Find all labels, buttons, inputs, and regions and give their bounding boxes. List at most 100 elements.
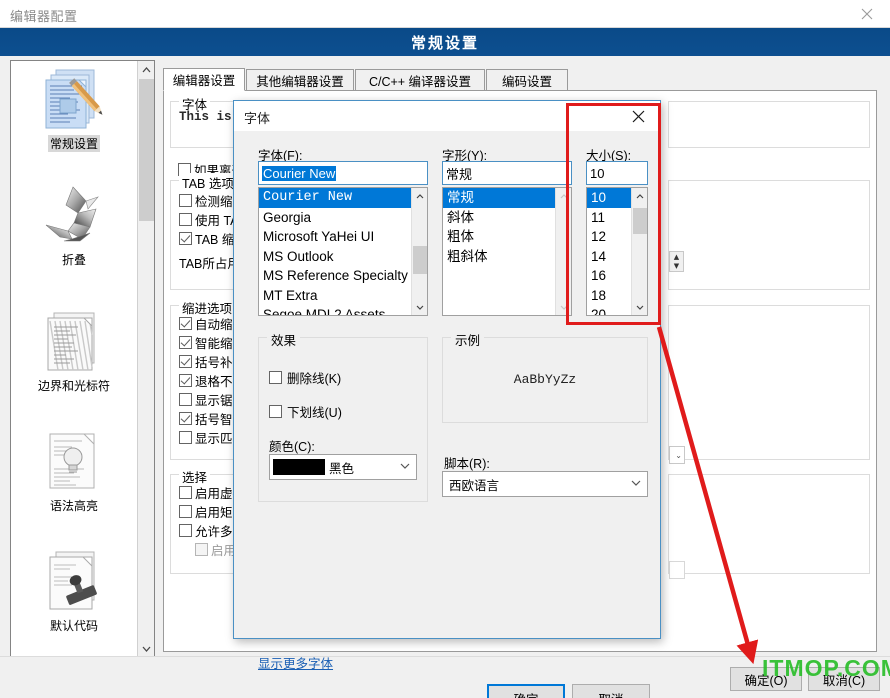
chevron-up-icon[interactable] (138, 61, 155, 78)
sidebar-scrollbar[interactable] (137, 61, 154, 657)
checkbox-box[interactable] (179, 393, 192, 406)
font-dialog-title: 字体 (244, 111, 271, 126)
list-item[interactable]: Courier New (259, 188, 427, 208)
tab-label: 其他编辑器设置 (256, 74, 344, 89)
scrollbar-thumb[interactable] (413, 246, 427, 274)
font-family-list-scrollbar[interactable] (411, 188, 427, 315)
sidebar-item-margin-caret[interactable]: 边界和光标符 (11, 309, 137, 395)
chevron-down-icon[interactable] (631, 479, 641, 489)
chevron-down-icon[interactable] (138, 640, 155, 657)
selection-mini-combo-2[interactable] (669, 561, 685, 579)
list-item[interactable]: Segoe MDL2 Assets (259, 305, 427, 315)
sidebar-item-label: 折叠 (61, 253, 86, 267)
checkbox-box[interactable] (179, 232, 192, 245)
watermark: ITMOP.COM (762, 655, 890, 681)
tab-encoding[interactable]: 编码设置 (486, 69, 568, 91)
tab-cpp-compiler[interactable]: C/C++ 编译器设置 (355, 69, 485, 91)
selection-mini-combo[interactable]: ⌄ (669, 446, 685, 464)
checkbox-box[interactable] (179, 194, 192, 207)
checkbox-box[interactable] (179, 486, 192, 499)
checkbox-box[interactable] (269, 405, 282, 418)
app-window: 编辑器配置 常规设置 常规设置 折叠 边界和光标符 语法高亮 默认代码 编辑器设… (0, 0, 890, 698)
list-item[interactable]: MS Outlook (259, 247, 427, 267)
font-dialog: 字体 字体(F): Courier New Courier New Georgi… (233, 100, 661, 698)
checkbox-box[interactable] (179, 336, 192, 349)
checkbox-box (195, 543, 208, 556)
sidebar-item-label: 常规设置 (47, 135, 100, 152)
font-size-input[interactable]: 10 (586, 161, 648, 185)
list-item[interactable]: 常规 (443, 188, 571, 208)
checkbox-box[interactable] (179, 374, 192, 387)
chevron-down-icon[interactable] (556, 299, 571, 315)
checkbox-label: 下划线(U) (287, 406, 342, 420)
checkbox-underline[interactable]: 下划线(U) (269, 402, 342, 421)
checkbox-box[interactable] (269, 371, 282, 384)
font-family-list[interactable]: Courier New Georgia Microsoft YaHei UI M… (258, 187, 428, 316)
checkbox-box[interactable] (179, 431, 192, 444)
sidebar-item-general[interactable]: 常规设置 (11, 67, 137, 153)
font-style-list-scrollbar[interactable] (555, 188, 571, 315)
window-titlebar: 编辑器配置 (0, 0, 890, 28)
chevron-up-icon[interactable] (412, 188, 427, 204)
checkbox-box[interactable] (179, 505, 192, 518)
settings-tabstrip[interactable]: 编辑器设置 其他编辑器设置 C/C++ 编译器设置 编码设置 (163, 68, 877, 91)
checkbox-box[interactable] (179, 412, 192, 425)
list-item[interactable]: Microsoft YaHei UI (259, 227, 427, 247)
list-item[interactable]: 斜体 (443, 208, 571, 228)
font-style-input-value: 常规 (446, 166, 473, 182)
color-combo[interactable]: 黑色 (269, 454, 417, 480)
list-item[interactable]: MT Extra (259, 286, 427, 306)
chevron-up-icon[interactable] (556, 188, 571, 204)
spinner-down-icon[interactable]: ▼ (670, 261, 683, 270)
list-item[interactable]: 粗体 (443, 227, 571, 247)
sidebar-scrollbar-thumb[interactable] (139, 79, 154, 221)
font-style-input[interactable]: 常规 (442, 161, 572, 185)
close-icon[interactable] (616, 101, 660, 131)
font-size-list-scrollbar[interactable] (631, 188, 647, 315)
spinner-up-icon[interactable]: ▲ (670, 252, 683, 261)
font-size-input-value: 10 (590, 165, 605, 181)
sidebar-item-label: 默认代码 (49, 619, 98, 633)
list-item[interactable]: MS Reference Specialty (259, 266, 427, 286)
tab-other-editor[interactable]: 其他编辑器设置 (246, 69, 354, 91)
checkbox-box[interactable] (179, 317, 192, 330)
chevron-down-icon[interactable] (632, 299, 647, 315)
sidebar-item-default-code[interactable]: 默认代码 (11, 549, 137, 635)
tab-editor-settings[interactable]: 编辑器设置 (163, 68, 245, 91)
font-size-list[interactable]: 10 11 12 14 16 18 20 (586, 187, 648, 316)
checkbox-use-tab[interactable]: 使用 TA (179, 210, 239, 229)
checkbox-box[interactable] (179, 213, 192, 226)
chevron-down-icon[interactable] (400, 462, 410, 472)
font-style-list[interactable]: 常规 斜体 粗体 粗斜体 (442, 187, 572, 316)
font-dialog-cancel-button[interactable]: 取消 (572, 684, 650, 698)
checkbox-strikeout[interactable]: 删除线(K) (269, 368, 341, 387)
list-item[interactable]: 粗斜体 (443, 247, 571, 267)
font-dialog-ok-label: 确定 (513, 689, 538, 698)
checkbox-label: 使用 TA (195, 214, 239, 228)
close-icon[interactable] (844, 0, 890, 28)
sidebar-item-syntax[interactable]: 语法高亮 (11, 429, 137, 515)
font-family-input[interactable]: Courier New (258, 161, 428, 185)
checkbox-box[interactable] (179, 355, 192, 368)
font-dialog-cancel-label: 取消 (598, 689, 623, 698)
tab-label: C/C++ 编译器设置 (368, 74, 472, 89)
checkbox-label: 删除线(K) (287, 372, 342, 386)
settings-category-list[interactable]: 常规设置 折叠 边界和光标符 语法高亮 默认代码 (10, 60, 155, 658)
chevron-up-icon[interactable] (632, 188, 647, 204)
window-title: 编辑器配置 (10, 9, 78, 24)
script-label: 脚本(R): (444, 457, 490, 471)
script-combo[interactable]: 西欧语言 (442, 471, 648, 497)
lightbulb-document-icon (38, 429, 110, 495)
sidebar-item-label: 边界和光标符 (37, 379, 110, 393)
group-effects-title: 效果 (267, 330, 301, 349)
font-selection-box (668, 101, 870, 148)
checkbox-box[interactable] (179, 524, 192, 537)
show-more-fonts-link[interactable]: 显示更多字体 (258, 653, 333, 672)
scrollbar-thumb[interactable] (633, 208, 647, 234)
sidebar-item-folding[interactable]: 折叠 (11, 183, 137, 269)
list-item[interactable]: Georgia (259, 208, 427, 228)
indent-options-right-box (668, 305, 870, 460)
tab-width-spinner[interactable]: ▲ ▼ (669, 251, 684, 272)
chevron-down-icon[interactable] (412, 299, 427, 315)
font-dialog-ok-button[interactable]: 确定 (487, 684, 565, 698)
